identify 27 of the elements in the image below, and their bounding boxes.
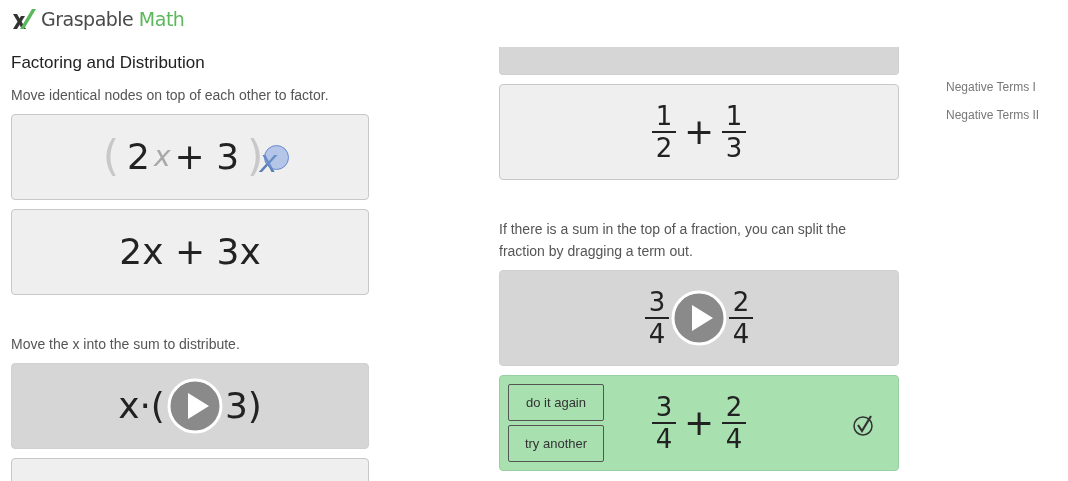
logo-icon — [11, 8, 37, 30]
fraction: 1 2 — [651, 102, 676, 162]
action-button[interactable]: try another — [508, 425, 604, 462]
action-button[interactable]: do it again — [508, 384, 604, 421]
math-expression: 2 — [127, 134, 150, 179]
fraction: 3 4 — [645, 288, 669, 348]
fraction: 2 4 — [722, 393, 747, 453]
section-heading: Factoring and Distribution — [11, 52, 206, 74]
math-expression: 3) — [224, 383, 262, 428]
fraction: 1 3 — [722, 102, 747, 162]
math-expression: + — [683, 110, 715, 154]
instruction-text: If there is a sum in the top of a fraction, you can split the fraction by dragging a term out. — [499, 220, 848, 261]
math-expression: x·( — [118, 383, 165, 428]
math-variable: x — [154, 138, 171, 175]
math-parenthesis: ( — [102, 131, 120, 183]
instruction-text: Move identical nodes on top of each other to factor. — [11, 85, 330, 105]
fraction: 2 4 — [729, 288, 753, 348]
play-button[interactable] — [166, 377, 223, 434]
play-button[interactable] — [671, 290, 727, 346]
instruction-text: Move the x into the sum to distribute. — [11, 334, 241, 354]
logo-text: Graspable Math — [41, 6, 185, 32]
sidebar-link[interactable]: Negative Terms I — [946, 78, 1040, 96]
math-expression: + — [683, 401, 715, 445]
fraction: 3 4 — [651, 393, 676, 453]
sidebar-link[interactable]: Negative Terms II — [946, 106, 1040, 124]
math-expression: 2x + 3x — [119, 229, 261, 274]
math-expression: + 3 — [174, 134, 240, 179]
